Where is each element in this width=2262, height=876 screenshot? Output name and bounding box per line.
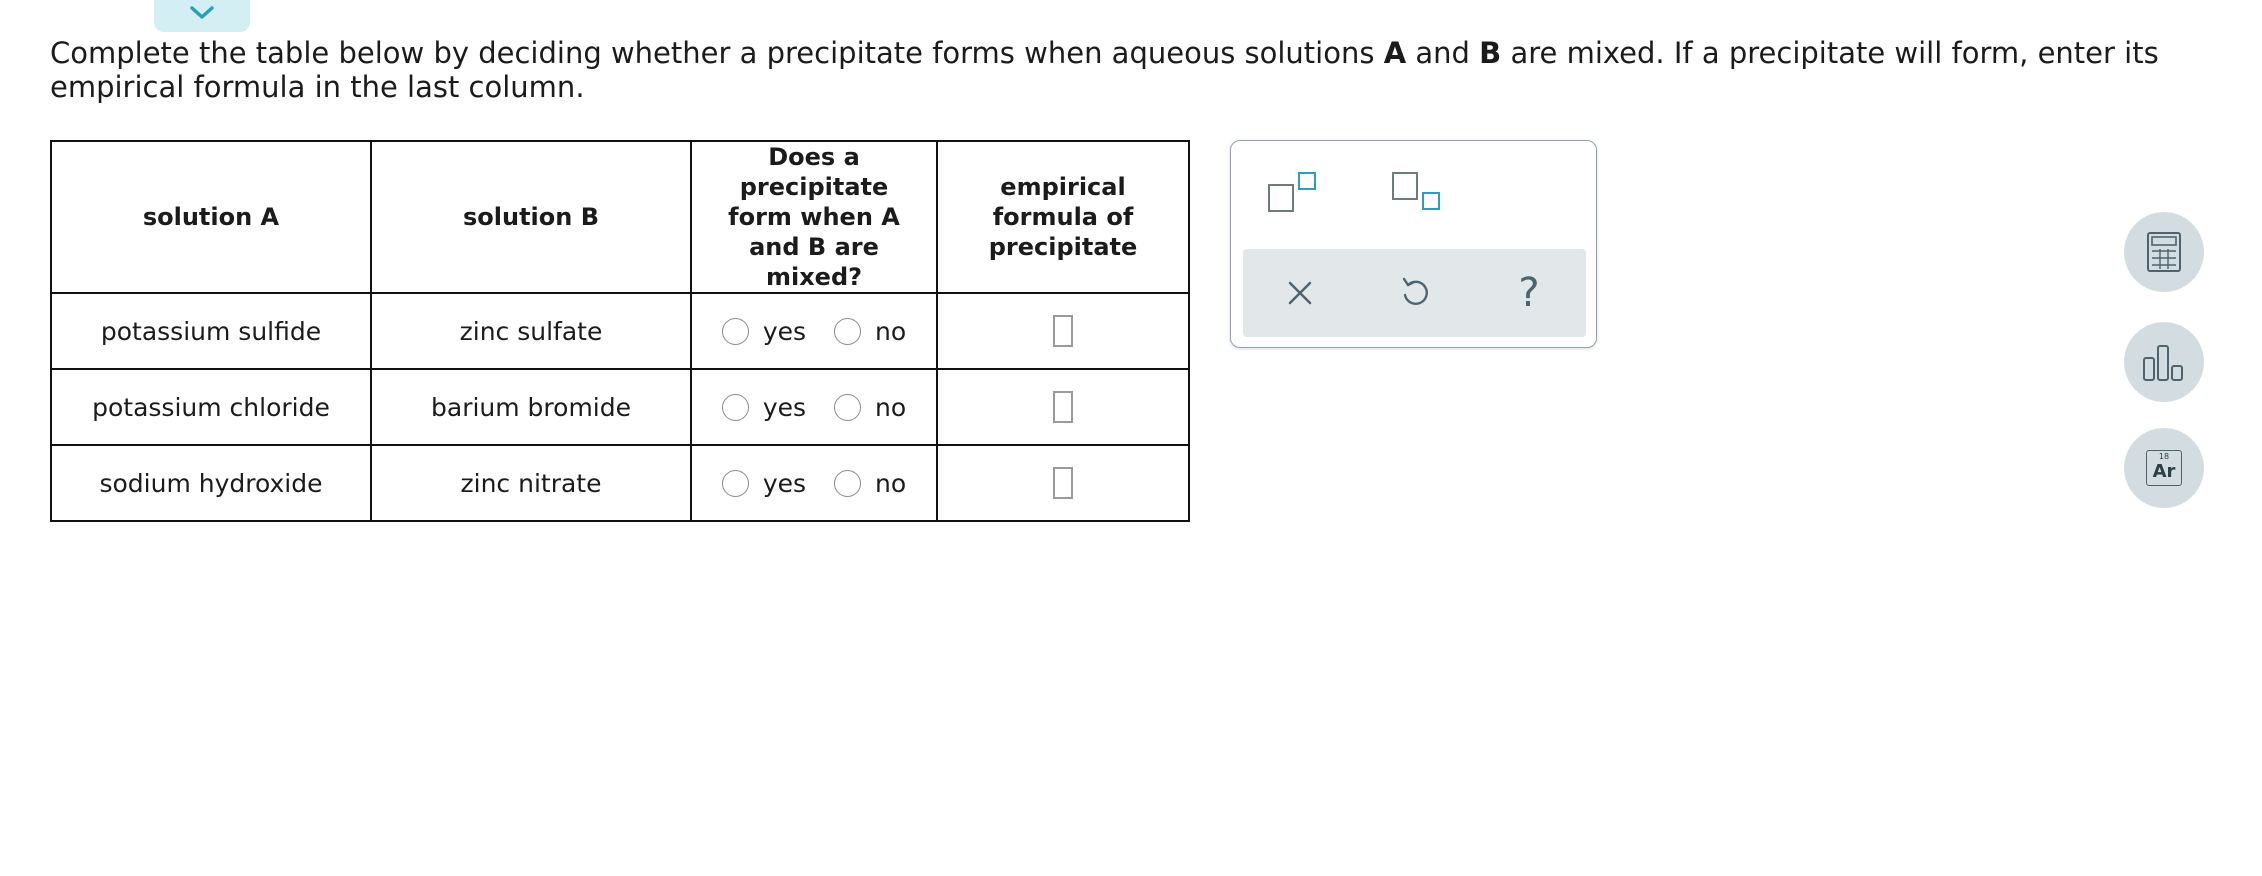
- help-button[interactable]: ?: [1507, 271, 1551, 315]
- table-row: potassium sulfide zinc sulfate yes no: [50, 292, 1190, 370]
- formula-palette: ?: [1230, 140, 1597, 348]
- solution-b-cell: barium bromide: [370, 368, 692, 446]
- header-empirical-formula-text: empirical formula of precipitate: [988, 173, 1138, 261]
- precipitate-radio-group: yes no: [692, 393, 936, 422]
- subscript-icon: [1392, 172, 1440, 210]
- subscript-button[interactable]: [1391, 171, 1443, 213]
- solution-a-cell: potassium chloride: [50, 368, 372, 446]
- radio-yes-label: yes: [762, 392, 807, 422]
- table-row: potassium chloride barium bromide yes no: [50, 368, 1190, 446]
- table-header-row: solution A solution B Does a precipitate…: [50, 140, 1190, 294]
- header-solution-b: solution B: [370, 140, 692, 294]
- formula-input[interactable]: [1053, 467, 1073, 499]
- radio-no-circle[interactable]: [834, 469, 862, 497]
- page: Complete the table below by deciding whe…: [0, 0, 2262, 876]
- precipitate-choice-cell: yes no: [690, 368, 938, 446]
- element-symbol: Ar: [2152, 461, 2176, 482]
- superscript-button[interactable]: [1267, 171, 1319, 213]
- precipitate-choice-cell: yes no: [690, 444, 938, 522]
- radio-no-label: no: [875, 468, 907, 498]
- table-row: sodium hydroxide zinc nitrate yes no: [50, 444, 1190, 522]
- calculator-icon: [2147, 232, 2181, 272]
- header-solution-a: solution A: [50, 140, 372, 294]
- solution-b-cell: zinc nitrate: [370, 444, 692, 522]
- radio-yes[interactable]: yes: [721, 468, 807, 498]
- radio-no-circle[interactable]: [834, 393, 862, 421]
- bar-chart-icon: [2143, 345, 2183, 381]
- radio-yes-circle[interactable]: [721, 317, 749, 345]
- radio-yes-label: yes: [762, 316, 807, 346]
- formula-input[interactable]: [1053, 315, 1073, 347]
- formula-cell: [936, 292, 1190, 370]
- collapse-tab[interactable]: [154, 0, 250, 32]
- instructions: Complete the table below by deciding whe…: [50, 36, 2159, 104]
- radio-yes-label: yes: [762, 468, 807, 498]
- solutions-table: solution A solution B Does a precipitate…: [50, 140, 1190, 522]
- calculator-button[interactable]: [2124, 212, 2204, 292]
- radio-no[interactable]: no: [834, 317, 906, 346]
- help-icon: ?: [1518, 270, 1540, 316]
- radio-no[interactable]: no: [834, 393, 906, 422]
- radio-no-label: no: [875, 392, 907, 422]
- clear-icon: [1288, 281, 1312, 305]
- periodic-table-icon: 18 Ar: [2146, 450, 2182, 486]
- radio-no[interactable]: no: [834, 469, 906, 498]
- radio-yes[interactable]: yes: [721, 392, 807, 422]
- superscript-icon: [1268, 172, 1316, 212]
- undo-button[interactable]: [1393, 271, 1437, 315]
- radio-no-label: no: [875, 316, 907, 346]
- clear-button[interactable]: [1278, 271, 1322, 315]
- solution-b-cell: zinc sulfate: [370, 292, 692, 370]
- formula-cell: [936, 444, 1190, 522]
- undo-icon: [1402, 277, 1428, 305]
- header-precipitate-question: Does a precipitate form when A and B are…: [690, 140, 938, 294]
- chevron-down-icon: [190, 6, 214, 19]
- periodic-table-button[interactable]: 18 Ar: [2124, 428, 2204, 508]
- header-precipitate-question-text: Does a precipitate form when A and B are…: [728, 143, 900, 291]
- element-number: 18: [2158, 452, 2170, 461]
- precipitate-radio-group: yes no: [692, 469, 936, 498]
- formula-input[interactable]: [1053, 391, 1073, 423]
- precipitate-radio-group: yes no: [692, 317, 936, 346]
- solution-a-cell: sodium hydroxide: [50, 444, 372, 522]
- solution-a-cell: potassium sulfide: [50, 292, 372, 370]
- radio-yes-circle[interactable]: [721, 393, 749, 421]
- formula-cell: [936, 368, 1190, 446]
- radio-no-circle[interactable]: [834, 317, 862, 345]
- radio-yes[interactable]: yes: [721, 316, 807, 346]
- precipitate-choice-cell: yes no: [690, 292, 938, 370]
- header-empirical-formula: empirical formula of precipitate: [936, 140, 1190, 294]
- palette-actions: ?: [1243, 249, 1586, 337]
- data-button[interactable]: [2124, 322, 2204, 402]
- radio-yes-circle[interactable]: [721, 469, 749, 497]
